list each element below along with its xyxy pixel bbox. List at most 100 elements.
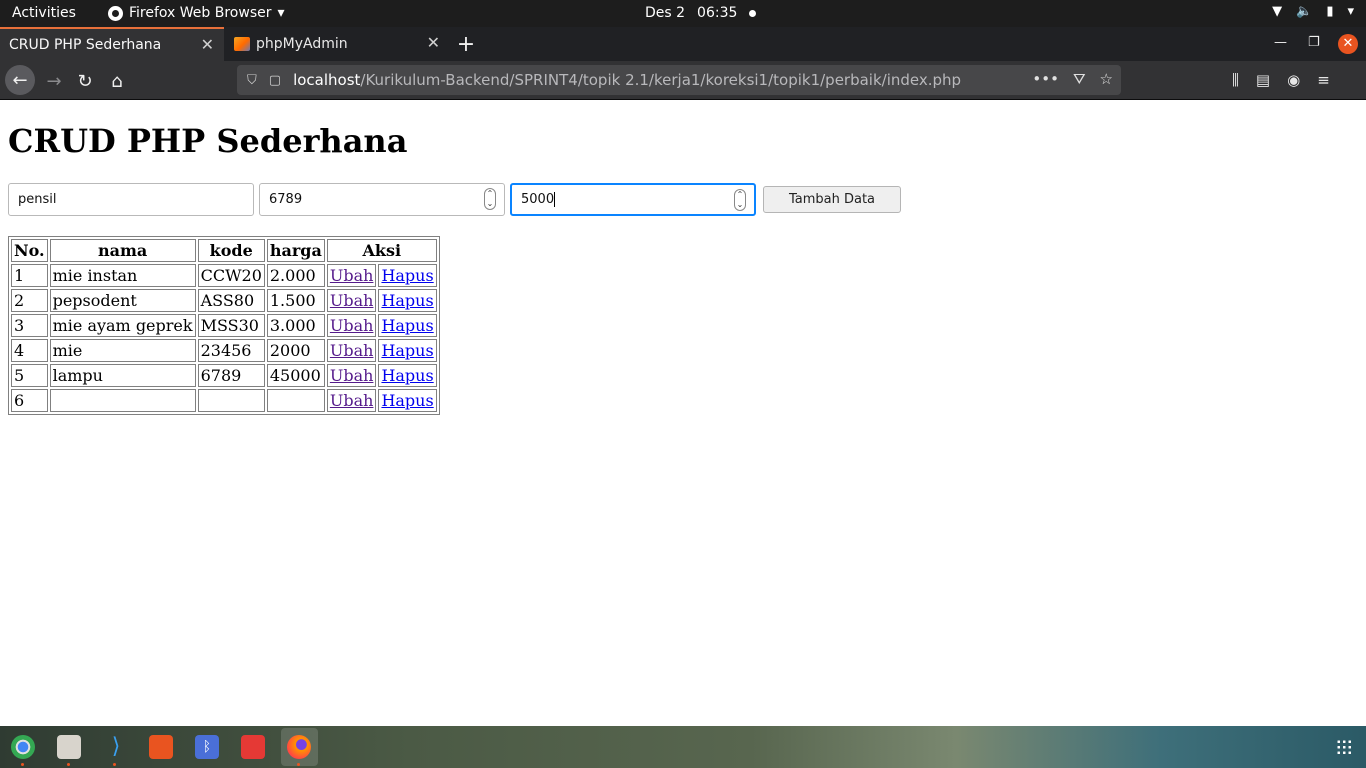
- restore-window-icon[interactable]: ❐: [1308, 35, 1320, 50]
- sidebar-icon[interactable]: ▤: [1256, 71, 1270, 89]
- cell-kode: CCW20: [197, 264, 265, 287]
- page-actions-icon[interactable]: •••: [1032, 70, 1059, 88]
- system-top-bar: Activities Firefox Web Browser ▾ Des 2 0…: [0, 0, 1366, 27]
- header-aksi: Aksi: [326, 239, 437, 262]
- url-bar[interactable]: ⛉ ▢ localhost/Kurikulum-Backend/SPRINT4/…: [237, 65, 1121, 95]
- url-path: /Kurikulum-Backend/SPRINT4/topik 2.1/ker…: [360, 71, 962, 89]
- close-window-button[interactable]: ✕: [1338, 34, 1358, 54]
- table-row: 4 mie 23456 2000 Ubah Hapus: [11, 339, 437, 362]
- chrome-icon[interactable]: [11, 735, 35, 759]
- cell-edit: Ubah: [326, 289, 377, 312]
- cell-delete: Hapus: [378, 364, 437, 387]
- nama-input[interactable]: pensil: [8, 183, 254, 216]
- cell-harga: [266, 389, 325, 412]
- table-row: 2 pepsodent ASS80 1.500 Ubah Hapus: [11, 289, 437, 312]
- nama-input-value: pensil: [18, 192, 57, 207]
- show-applications-icon[interactable]: [1336, 739, 1352, 755]
- cell-delete: Hapus: [378, 264, 437, 287]
- vscode-icon[interactable]: ⟩: [104, 735, 128, 759]
- tambah-data-button[interactable]: Tambah Data: [763, 186, 901, 213]
- app-menu[interactable]: Firefox Web Browser ▾: [108, 5, 285, 21]
- data-table: No. nama kode harga Aksi 1 mie instan CC…: [8, 236, 440, 415]
- url-host: localhost: [293, 71, 361, 89]
- files-icon[interactable]: [57, 735, 81, 759]
- running-indicator: [113, 763, 116, 766]
- edit-link[interactable]: Ubah: [330, 341, 374, 360]
- cell-nama: pepsodent: [49, 289, 196, 312]
- header-harga: harga: [266, 239, 325, 262]
- anydesk-icon[interactable]: [241, 735, 265, 759]
- activities-button[interactable]: Activities: [12, 5, 76, 21]
- cell-harga: 1.500: [266, 289, 325, 312]
- delete-link[interactable]: Hapus: [381, 316, 433, 335]
- edit-link[interactable]: Ubah: [330, 366, 374, 385]
- cell-harga: 3.000: [266, 314, 325, 337]
- reload-button[interactable]: ↻: [71, 67, 99, 95]
- software-center-icon[interactable]: [149, 735, 173, 759]
- delete-link[interactable]: Hapus: [381, 291, 433, 310]
- page-info-icon[interactable]: ▢: [269, 73, 281, 88]
- forward-button[interactable]: →: [40, 67, 68, 95]
- wifi-icon: ▼: [1272, 4, 1283, 19]
- kode-input-value: 6789: [269, 192, 303, 207]
- bookmark-star-icon[interactable]: ☆: [1100, 70, 1113, 88]
- add-item-form: pensil 6789 ⌃ ⌄ 5000 ⌃ ⌄ Tambah Data: [8, 183, 901, 216]
- table-row: 1 mie instan CCW20 2.000 Ubah Hapus: [11, 264, 437, 287]
- notification-dot-icon: [749, 9, 757, 17]
- cell-delete: Hapus: [378, 339, 437, 362]
- clock[interactable]: Des 2 06:35: [645, 5, 757, 21]
- cell-edit: Ubah: [326, 339, 377, 362]
- header-no: No.: [11, 239, 48, 262]
- new-tab-button[interactable]: +: [454, 27, 478, 61]
- edit-link[interactable]: Ubah: [330, 266, 374, 285]
- header-nama: nama: [49, 239, 196, 262]
- delete-link[interactable]: Hapus: [381, 341, 433, 360]
- cell-no: 1: [11, 264, 48, 287]
- page-content: CRUD PHP Sederhana pensil 6789 ⌃ ⌄ 5000 ⌃…: [0, 101, 1366, 726]
- edit-link[interactable]: Ubah: [330, 291, 374, 310]
- running-indicator: [297, 763, 300, 766]
- running-indicator: [67, 763, 70, 766]
- table-row: 6 Ubah Hapus: [11, 389, 437, 412]
- edit-link[interactable]: Ubah: [330, 391, 374, 410]
- cell-nama: mie ayam geprek: [49, 314, 196, 337]
- hamburger-menu-icon[interactable]: ≡: [1317, 71, 1330, 89]
- system-tray[interactable]: ▼ 🔈 ▮ ▾: [1272, 4, 1354, 19]
- cell-edit: Ubah: [326, 264, 377, 287]
- delete-link[interactable]: Hapus: [381, 366, 433, 385]
- account-icon[interactable]: ◉: [1287, 71, 1300, 89]
- navigation-toolbar: ← → ↻ ⌂ ⛉ ▢ localhost/Kurikulum-Backend/…: [0, 61, 1366, 100]
- minimize-window-icon[interactable]: —: [1274, 35, 1287, 50]
- cell-no: 2: [11, 289, 48, 312]
- close-tab-icon[interactable]: ✕: [201, 35, 214, 54]
- number-spinner-icon[interactable]: ⌃ ⌄: [734, 189, 746, 211]
- cell-kode: [197, 389, 265, 412]
- caret-down-icon: ▾: [1347, 4, 1354, 19]
- tab-crud-php[interactable]: CRUD PHP Sederhana ✕: [0, 27, 224, 61]
- tab-label: CRUD PHP Sederhana: [9, 37, 162, 53]
- cell-nama: [49, 389, 196, 412]
- kode-input[interactable]: 6789 ⌃ ⌄: [259, 183, 505, 216]
- home-button[interactable]: ⌂: [103, 67, 131, 95]
- cell-kode: MSS30: [197, 314, 265, 337]
- edit-link[interactable]: Ubah: [330, 316, 374, 335]
- firefox-icon[interactable]: [287, 735, 311, 759]
- bluetooth-icon[interactable]: ᛒ: [195, 735, 219, 759]
- cell-no: 5: [11, 364, 48, 387]
- volume-icon: 🔈: [1296, 4, 1313, 19]
- pocket-icon[interactable]: ⛛: [1073, 70, 1086, 88]
- delete-link[interactable]: Hapus: [381, 391, 433, 410]
- close-tab-icon[interactable]: ✕: [427, 33, 440, 52]
- phpmyadmin-favicon-icon: [234, 37, 250, 51]
- number-spinner-icon[interactable]: ⌃ ⌄: [484, 188, 496, 210]
- cell-delete: Hapus: [378, 314, 437, 337]
- harga-input[interactable]: 5000 ⌃ ⌄: [510, 183, 756, 216]
- cell-nama: lampu: [49, 364, 196, 387]
- shield-icon[interactable]: ⛉: [247, 73, 257, 88]
- library-icon[interactable]: ⫼: [1232, 71, 1239, 89]
- cell-edit: Ubah: [326, 389, 377, 412]
- tab-phpmyadmin[interactable]: phpMyAdmin ✕: [224, 27, 450, 61]
- table-row: 5 lampu 6789 45000 Ubah Hapus: [11, 364, 437, 387]
- delete-link[interactable]: Hapus: [381, 266, 433, 285]
- back-button[interactable]: ←: [5, 65, 35, 95]
